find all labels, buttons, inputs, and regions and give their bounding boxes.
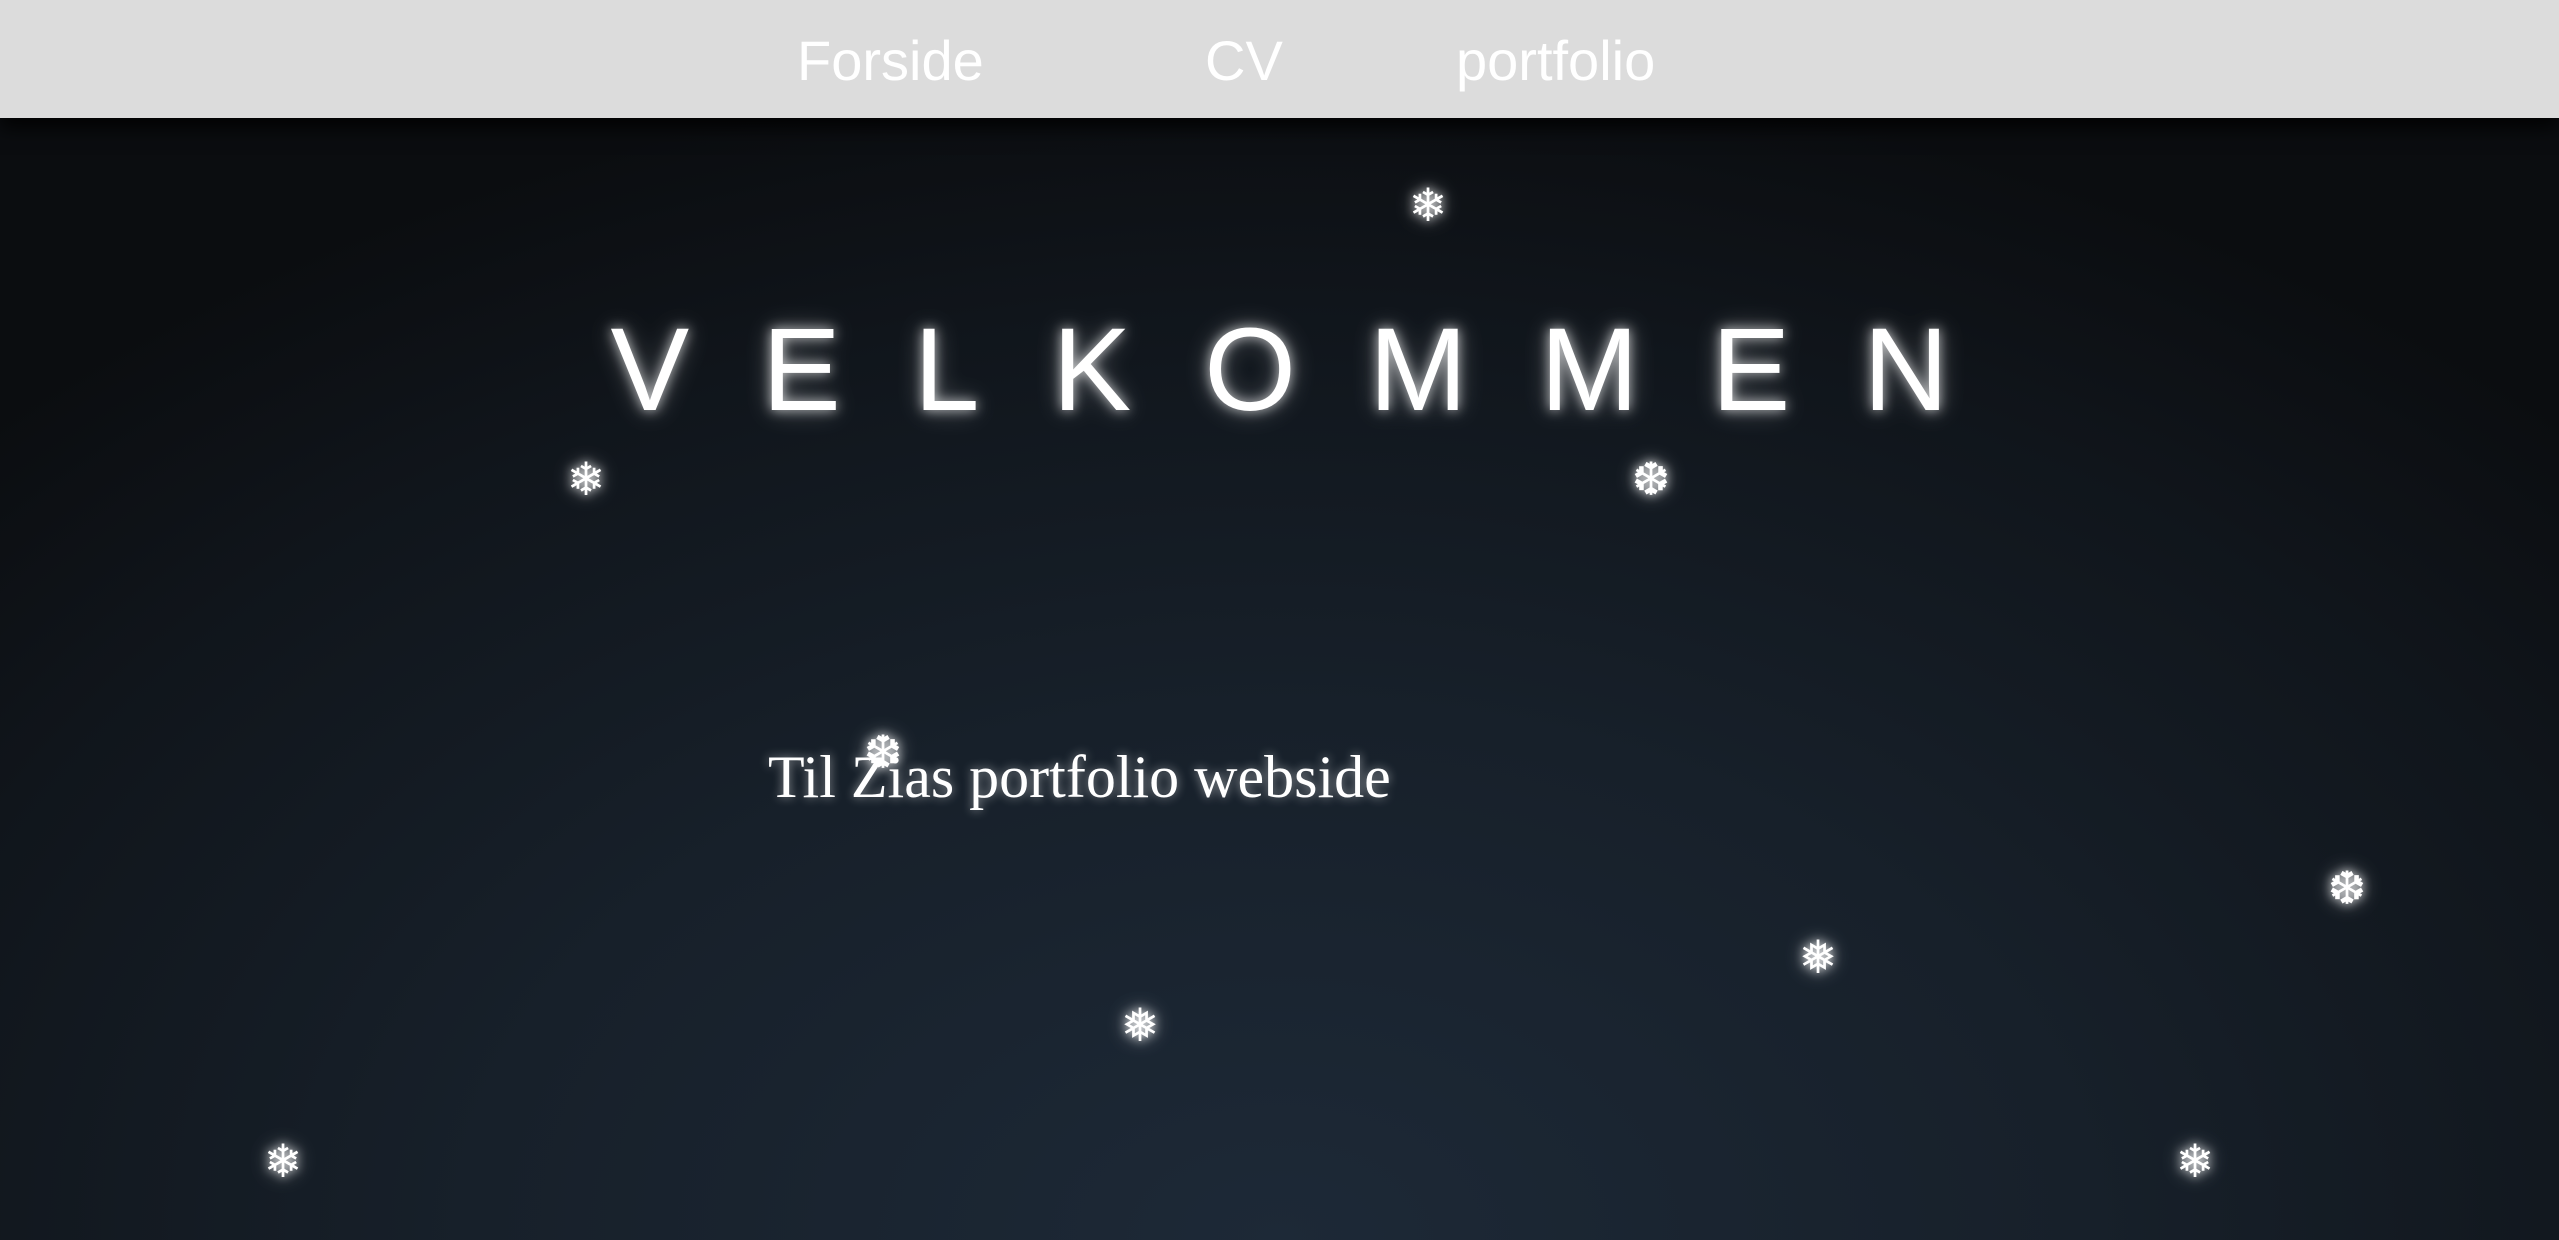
snowflake-icon: ❅ [1120,998,1160,1052]
snowflake-icon: ❅ [1798,930,1838,984]
snowflake-icon: ❄ [2175,1134,2215,1188]
nav-link-portfolio[interactable]: portfolio [1456,28,1655,94]
snowflake-icon: ❄ [263,1134,303,1188]
snowflake-icon: ❄ [566,452,606,506]
snowflake-icon: ❆ [863,725,903,779]
snowflake-icon: ❆ [2327,861,2367,915]
snowflake-icon: ❆ [1631,452,1671,506]
welcome-title: VELKOMMEN [610,304,2022,436]
snowflake-icon: ❄ [1408,178,1448,232]
nav-link-forside[interactable]: Forside [797,28,984,94]
nav-link-cv[interactable]: CV [1205,28,1283,94]
top-navbar: Forside CV portfolio [0,0,2559,118]
